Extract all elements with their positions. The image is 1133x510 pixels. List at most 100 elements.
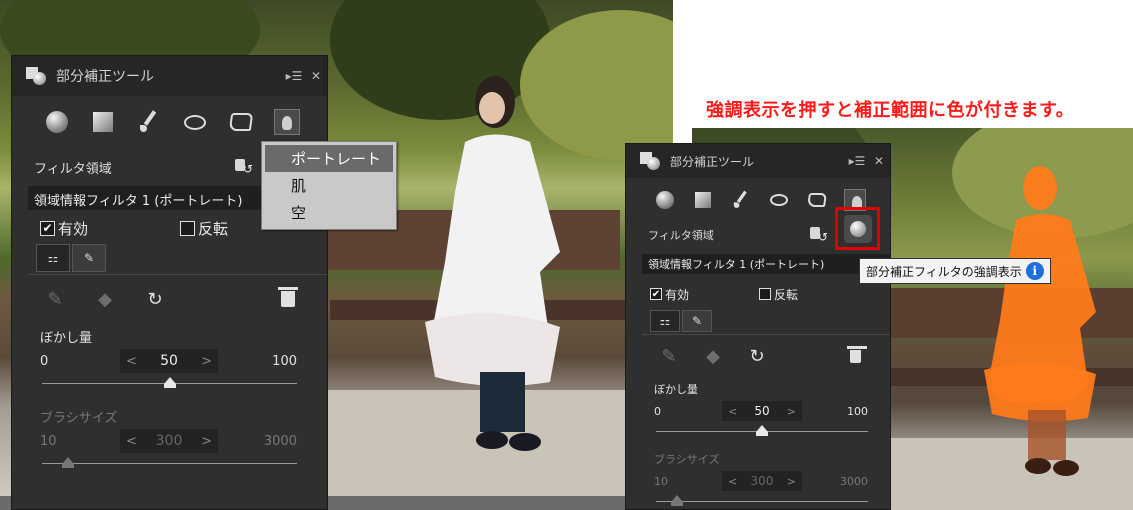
brush-tool-button[interactable] xyxy=(126,105,172,139)
invert-checkbox[interactable] xyxy=(759,288,772,300)
brush-tool-icon xyxy=(137,110,161,134)
blur-stepper[interactable]: < 50 > xyxy=(722,401,802,421)
blur-slider-thumb[interactable] xyxy=(756,425,768,436)
portrait-tool-button[interactable] xyxy=(264,105,310,139)
panel-title: 部分補正ツール xyxy=(670,154,755,169)
brush-tool-button[interactable] xyxy=(722,186,760,214)
close-icon[interactable]: ✕ xyxy=(868,154,890,168)
enabled-checkbox[interactable]: ✔ xyxy=(650,288,662,300)
brush-size-stepper[interactable]: < 300 > xyxy=(722,471,802,491)
filter-area-label: フィルタ領域 xyxy=(648,229,714,242)
circle-tool-button[interactable] xyxy=(34,105,80,139)
brush-size-max: 3000 xyxy=(263,433,297,449)
ellipse-tool-icon xyxy=(770,194,788,206)
menu-item-sky[interactable]: 空 xyxy=(265,199,393,226)
ellipse-tool-button[interactable] xyxy=(760,186,798,214)
add-brush-button[interactable]: ✎ xyxy=(654,342,684,370)
invert-label: 反転 xyxy=(774,287,799,302)
tab-brush[interactable]: ✎ xyxy=(72,244,106,272)
circle-tool-icon xyxy=(656,191,674,209)
highlight-button-face[interactable] xyxy=(843,214,872,243)
tab-brush[interactable]: ✎ xyxy=(682,310,712,332)
chevron-right-icon[interactable]: > xyxy=(201,354,212,369)
delete-button[interactable] xyxy=(273,285,303,313)
brush-size-value[interactable]: 300 xyxy=(156,433,183,449)
enabled-label: 有効 xyxy=(58,219,89,238)
chevron-left-icon[interactable]: < xyxy=(728,475,737,488)
filter-name-field[interactable]: 領域情報フィルタ 1 (ポートレート) xyxy=(642,254,890,274)
menu-item-skin[interactable]: 肌 xyxy=(265,172,393,199)
chevron-right-icon[interactable]: > xyxy=(787,405,796,418)
highlight-tooltip: 部分補正フィルタの強調表示 i xyxy=(859,258,1051,284)
blur-max: 100 xyxy=(272,353,297,369)
tab-adjustments[interactable]: ⚏ xyxy=(650,310,680,332)
menu-item-portrait[interactable]: ポートレート xyxy=(265,145,393,172)
delete-button[interactable] xyxy=(840,342,870,370)
square-tool-button[interactable] xyxy=(80,105,126,139)
enabled-checkbox[interactable]: ✔ xyxy=(40,220,55,236)
brush-size-label: ブラシサイズ xyxy=(654,453,720,466)
tab-adjustments[interactable]: ⚏ xyxy=(36,244,70,272)
eraser-button[interactable]: ◆ xyxy=(698,342,728,370)
blur-values: 0 < 50 > 100 xyxy=(626,399,890,423)
invert-checkbox[interactable] xyxy=(180,220,196,236)
eraser-button[interactable]: ◆ xyxy=(90,285,120,313)
circle-tool-button[interactable] xyxy=(646,186,684,214)
brush-size-slider[interactable] xyxy=(42,457,297,473)
action-row: ✎ ◆ ↻ xyxy=(12,275,327,323)
partial-correction-panel: 部分補正ツール ▸☰ ✕ フィルタ領域 領域情報フィルタ 1 (ポートレート) … xyxy=(11,55,328,510)
panel-titlebar[interactable]: 部分補正ツール ▸☰ ✕ xyxy=(12,56,327,96)
highlight-bulb-icon xyxy=(849,220,866,237)
filter-type-icon[interactable] xyxy=(808,225,830,245)
brush-size-value[interactable]: 300 xyxy=(751,474,774,488)
highlight-display-button[interactable] xyxy=(835,207,880,250)
subtab-bar: ⚏ ✎ xyxy=(626,310,890,334)
brush-size-stepper[interactable]: < 300 > xyxy=(120,429,218,453)
chevron-left-icon[interactable]: < xyxy=(126,434,137,449)
polygon-tool-button[interactable] xyxy=(798,186,836,214)
filter-type-icon[interactable] xyxy=(233,157,255,177)
add-brush-button[interactable]: ✎ xyxy=(40,285,70,313)
brush-size-slider[interactable] xyxy=(656,495,868,509)
panel-menu-icon[interactable]: ▸☰ xyxy=(846,154,868,168)
close-icon[interactable]: ✕ xyxy=(305,69,327,83)
brush-size-values: 10 < 300 > 3000 xyxy=(12,427,327,455)
fill-button[interactable]: ↻ xyxy=(742,342,772,370)
square-tool-icon xyxy=(93,112,113,132)
panel-title: 部分補正ツール xyxy=(56,69,154,85)
person-highlight-overlay xyxy=(984,166,1096,476)
blur-label: ぼかし量 xyxy=(654,383,698,396)
chevron-left-icon[interactable]: < xyxy=(126,354,137,369)
blur-value[interactable]: 50 xyxy=(160,353,178,369)
ellipse-tool-button[interactable] xyxy=(172,105,218,139)
brush-size-slider-thumb[interactable] xyxy=(61,457,74,468)
brush-size-slider-thumb[interactable] xyxy=(671,495,684,506)
subtab-bar: ⚏ ✎ xyxy=(12,244,327,274)
blur-stepper[interactable]: < 50 > xyxy=(120,349,218,373)
chevron-right-icon[interactable]: > xyxy=(787,475,796,488)
chevron-right-icon[interactable]: > xyxy=(201,434,212,449)
enabled-label: 有効 xyxy=(665,287,690,302)
fill-button[interactable]: ↻ xyxy=(140,285,170,313)
brush-size-min: 10 xyxy=(40,433,57,449)
brush-size-label: ブラシサイズ xyxy=(40,411,118,426)
tooltip-text: 部分補正フィルタの強調表示 xyxy=(866,264,1022,279)
blur-label: ぼかし量 xyxy=(40,331,93,346)
portrait-tool-icon xyxy=(274,109,300,135)
square-tool-button[interactable] xyxy=(684,186,722,214)
ellipse-tool-icon xyxy=(184,114,206,130)
trash-icon xyxy=(278,287,298,307)
blur-value[interactable]: 50 xyxy=(754,404,769,418)
polygon-tool-button[interactable] xyxy=(218,105,264,139)
blur-slider[interactable] xyxy=(656,425,868,441)
blur-slider-thumb[interactable] xyxy=(163,377,176,388)
panel-menu-icon[interactable]: ▸☰ xyxy=(283,69,305,83)
circle-tool-icon xyxy=(46,111,68,133)
filter-area-label: フィルタ領域 xyxy=(34,161,112,177)
blur-slider[interactable] xyxy=(42,377,297,393)
chevron-left-icon[interactable]: < xyxy=(728,405,737,418)
panel-titlebar[interactable]: 部分補正ツール ▸☰ ✕ xyxy=(626,144,890,178)
person-white-dress xyxy=(425,76,560,451)
blur-max: 100 xyxy=(847,404,868,418)
app-icon xyxy=(26,67,48,85)
